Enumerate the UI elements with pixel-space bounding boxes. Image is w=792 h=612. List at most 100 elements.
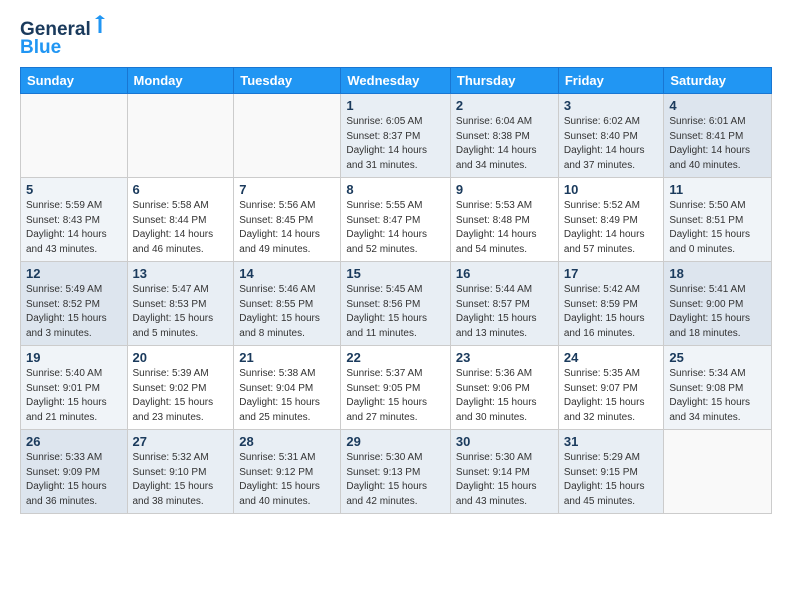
day-info: Sunrise: 5:32 AMSunset: 9:10 PMDaylight:… — [133, 451, 229, 509]
day-info: Sunrise: 6:02 AMSunset: 8:40 PMDaylight:… — [564, 115, 659, 173]
header: General Blue — [20, 15, 772, 57]
day-number: 14 — [239, 266, 335, 281]
col-friday: Friday — [558, 68, 664, 94]
day-number: 13 — [133, 266, 229, 281]
table-row: 6 Sunrise: 5:58 AMSunset: 8:44 PMDaylight… — [127, 178, 234, 262]
day-number: 22 — [346, 350, 445, 365]
table-row: 8 Sunrise: 5:55 AMSunset: 8:47 PMDaylight… — [341, 178, 451, 262]
day-number: 1 — [346, 98, 445, 113]
day-info: Sunrise: 5:45 AMSunset: 8:56 PMDaylight:… — [346, 283, 445, 341]
calendar-table: Sunday Monday Tuesday Wednesday Thursday… — [20, 67, 772, 514]
day-info: Sunrise: 5:52 AMSunset: 8:49 PMDaylight:… — [564, 199, 659, 257]
day-info: Sunrise: 5:59 AMSunset: 8:43 PMDaylight:… — [26, 199, 122, 257]
day-number: 21 — [239, 350, 335, 365]
table-row: 14Sunrise: 5:46 AMSunset: 8:55 PMDayligh… — [234, 262, 341, 346]
day-info: Sunrise: 5:44 AMSunset: 8:57 PMDaylight:… — [456, 283, 553, 341]
day-info: Sunrise: 5:42 AMSunset: 8:59 PMDaylight:… — [564, 283, 659, 341]
day-info: Sunrise: 6:01 AMSunset: 8:41 PMDaylight:… — [669, 115, 766, 173]
table-row: 22Sunrise: 5:37 AMSunset: 9:05 PMDayligh… — [341, 346, 451, 430]
table-row: 9 Sunrise: 5:53 AMSunset: 8:48 PMDaylight… — [450, 178, 558, 262]
day-info: Sunrise: 5:30 AMSunset: 9:13 PMDaylight:… — [346, 451, 445, 509]
calendar-week-row: 5Sunrise: 5:59 AMSunset: 8:43 PMDaylight… — [21, 178, 772, 262]
day-number: 7 — [239, 182, 335, 197]
day-info: Sunrise: 5:36 AMSunset: 9:06 PMDaylight:… — [456, 367, 553, 425]
table-row: 23 Sunrise: 5:36 AMSunset: 9:06 PMDayligh… — [450, 346, 558, 430]
day-info: Sunrise: 5:53 AMSunset: 8:48 PMDaylight:… — [456, 199, 553, 257]
day-info: Sunrise: 5:41 AMSunset: 9:00 PMDaylight:… — [669, 283, 766, 341]
day-info: Sunrise: 5:39 AMSunset: 9:02 PMDaylight:… — [133, 367, 229, 425]
day-info: Sunrise: 5:56 AMSunset: 8:45 PMDaylight:… — [239, 199, 335, 257]
day-info: Sunrise: 5:30 AMSunset: 9:14 PMDaylight:… — [456, 451, 553, 509]
table-row — [234, 94, 341, 178]
calendar-header-row: Sunday Monday Tuesday Wednesday Thursday… — [21, 68, 772, 94]
day-number: 3 — [564, 98, 659, 113]
day-number: 17 — [564, 266, 659, 281]
day-number: 6 — [133, 182, 229, 197]
logo: General Blue — [20, 15, 110, 57]
day-number: 12 — [26, 266, 122, 281]
calendar-week-row: 12 Sunrise: 5:49 AMSunset: 8:52 PMDayligh… — [21, 262, 772, 346]
day-number: 30 — [456, 434, 553, 449]
table-row: 30 Sunrise: 5:30 AMSunset: 9:14 PMDayligh… — [450, 430, 558, 514]
day-number: 2 — [456, 98, 553, 113]
col-tuesday: Tuesday — [234, 68, 341, 94]
table-row: 5Sunrise: 5:59 AMSunset: 8:43 PMDaylight… — [21, 178, 128, 262]
table-row: 25 Sunrise: 5:34 AMSunset: 9:08 PMDayligh… — [664, 346, 772, 430]
calendar-week-row: 19Sunrise: 5:40 AMSunset: 9:01 PMDayligh… — [21, 346, 772, 430]
col-wednesday: Wednesday — [341, 68, 451, 94]
table-row: 24Sunrise: 5:35 AMSunset: 9:07 PMDayligh… — [558, 346, 664, 430]
day-info: Sunrise: 6:05 AMSunset: 8:37 PMDaylight:… — [346, 115, 445, 173]
day-number: 19 — [26, 350, 122, 365]
svg-text:Blue: Blue — [20, 37, 61, 57]
day-info: Sunrise: 5:47 AMSunset: 8:53 PMDaylight:… — [133, 283, 229, 341]
day-number: 8 — [346, 182, 445, 197]
day-number: 24 — [564, 350, 659, 365]
day-info: Sunrise: 5:33 AMSunset: 9:09 PMDaylight:… — [26, 451, 122, 509]
day-number: 20 — [133, 350, 229, 365]
day-number: 9 — [456, 182, 553, 197]
day-number: 31 — [564, 434, 659, 449]
table-row: 28Sunrise: 5:31 AMSunset: 9:12 PMDayligh… — [234, 430, 341, 514]
table-row: 26Sunrise: 5:33 AMSunset: 9:09 PMDayligh… — [21, 430, 128, 514]
page: General Blue Sunday Monday Tuesday Wedne… — [0, 0, 792, 612]
table-row: 7 Sunrise: 5:56 AMSunset: 8:45 PMDaylight… — [234, 178, 341, 262]
table-row: 21 Sunrise: 5:38 AMSunset: 9:04 PMDayligh… — [234, 346, 341, 430]
col-sunday: Sunday — [21, 68, 128, 94]
table-row: 11 Sunrise: 5:50 AMSunset: 8:51 PMDayligh… — [664, 178, 772, 262]
day-number: 16 — [456, 266, 553, 281]
table-row — [21, 94, 128, 178]
table-row: 4 Sunrise: 6:01 AMSunset: 8:41 PMDaylight… — [664, 94, 772, 178]
table-row: 16 Sunrise: 5:44 AMSunset: 8:57 PMDayligh… — [450, 262, 558, 346]
day-number: 25 — [669, 350, 766, 365]
day-number: 23 — [456, 350, 553, 365]
day-number: 27 — [133, 434, 229, 449]
day-info: Sunrise: 5:34 AMSunset: 9:08 PMDaylight:… — [669, 367, 766, 425]
table-row: 29Sunrise: 5:30 AMSunset: 9:13 PMDayligh… — [341, 430, 451, 514]
day-info: Sunrise: 5:55 AMSunset: 8:47 PMDaylight:… — [346, 199, 445, 257]
table-row: 2 Sunrise: 6:04 AMSunset: 8:38 PMDaylight… — [450, 94, 558, 178]
table-row: 10 Sunrise: 5:52 AMSunset: 8:49 PMDayligh… — [558, 178, 664, 262]
col-thursday: Thursday — [450, 68, 558, 94]
day-number: 28 — [239, 434, 335, 449]
day-number: 15 — [346, 266, 445, 281]
day-info: Sunrise: 5:49 AMSunset: 8:52 PMDaylight:… — [26, 283, 122, 341]
col-monday: Monday — [127, 68, 234, 94]
table-row — [664, 430, 772, 514]
table-row — [127, 94, 234, 178]
table-row: 18Sunrise: 5:41 AMSunset: 9:00 PMDayligh… — [664, 262, 772, 346]
calendar-week-row: 26Sunrise: 5:33 AMSunset: 9:09 PMDayligh… — [21, 430, 772, 514]
table-row: 27 Sunrise: 5:32 AMSunset: 9:10 PMDayligh… — [127, 430, 234, 514]
day-number: 4 — [669, 98, 766, 113]
day-info: Sunrise: 5:38 AMSunset: 9:04 PMDaylight:… — [239, 367, 335, 425]
day-info: Sunrise: 5:58 AMSunset: 8:44 PMDaylight:… — [133, 199, 229, 257]
logo-svg: General Blue — [20, 15, 110, 57]
table-row: 31 Sunrise: 5:29 AMSunset: 9:15 PMDayligh… — [558, 430, 664, 514]
day-number: 11 — [669, 182, 766, 197]
day-info: Sunrise: 6:04 AMSunset: 8:38 PMDaylight:… — [456, 115, 553, 173]
table-row: 12 Sunrise: 5:49 AMSunset: 8:52 PMDayligh… — [21, 262, 128, 346]
day-info: Sunrise: 5:50 AMSunset: 8:51 PMDaylight:… — [669, 199, 766, 257]
table-row: 3 Sunrise: 6:02 AMSunset: 8:40 PMDaylight… — [558, 94, 664, 178]
table-row: 17 Sunrise: 5:42 AMSunset: 8:59 PMDayligh… — [558, 262, 664, 346]
day-number: 10 — [564, 182, 659, 197]
day-info: Sunrise: 5:29 AMSunset: 9:15 PMDaylight:… — [564, 451, 659, 509]
